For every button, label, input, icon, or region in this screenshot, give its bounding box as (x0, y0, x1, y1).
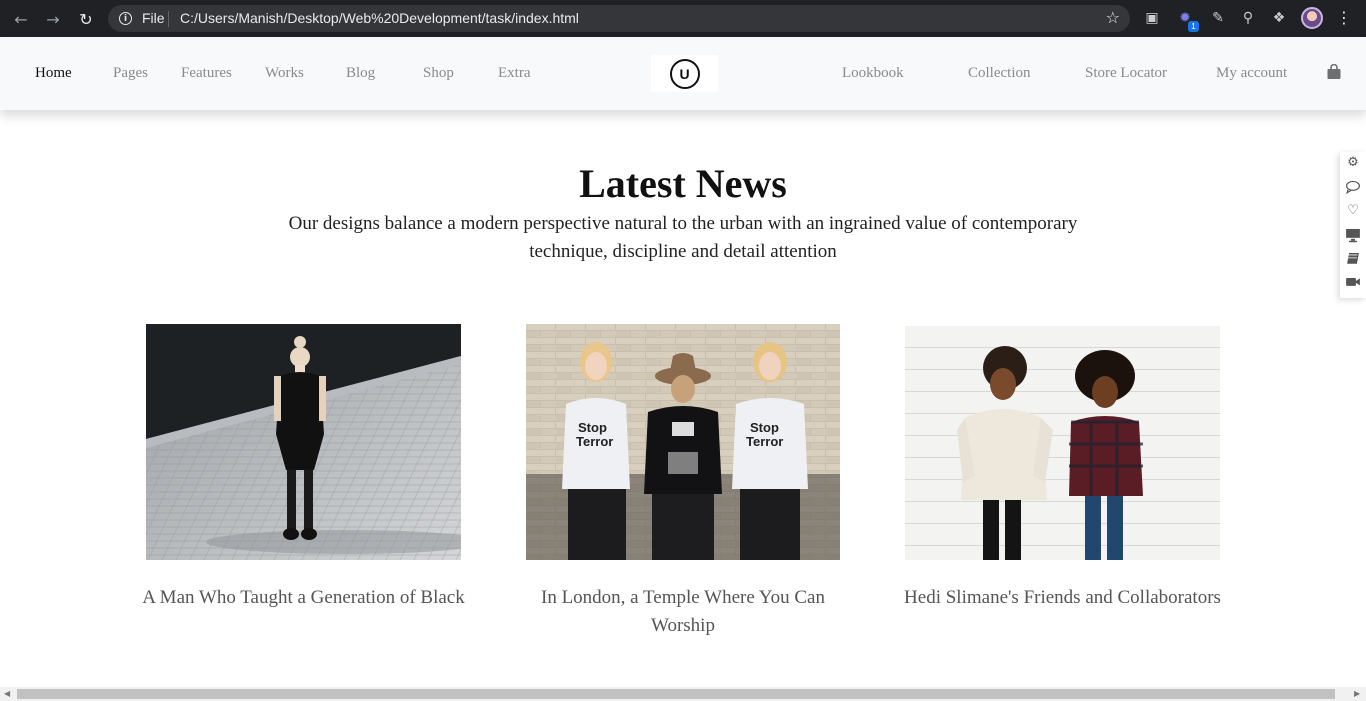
site-logo[interactable]: U (651, 55, 718, 92)
nav-collection[interactable]: Collection (968, 65, 1031, 82)
news-image-3[interactable] (905, 326, 1220, 560)
nav-store-locator[interactable]: Store Locator (1085, 65, 1167, 82)
logo-mark: U (669, 58, 700, 89)
profile-avatar[interactable] (1301, 7, 1323, 29)
subtitle-line-2: technique, discipline and detail attenti… (529, 241, 837, 262)
news-title-1[interactable]: A Man Who Taught a Generation of Black (131, 584, 476, 612)
news-image-1[interactable] (146, 324, 461, 560)
shopping-bag-icon[interactable] (1326, 64, 1342, 80)
address-bar[interactable]: i File C:/Users/Manish/Desktop/Web%20Dev… (108, 5, 1130, 32)
nav-blog[interactable]: Blog (346, 65, 375, 82)
nav-pages[interactable]: Pages (113, 65, 148, 82)
scroll-left-arrow-icon[interactable]: ◀ (4, 689, 10, 698)
info-icon[interactable]: i (119, 12, 132, 25)
news-title-2-line-1: In London, a Temple Where You Can (541, 587, 825, 608)
browser-menu-icon[interactable]: ⋮ (1336, 8, 1352, 27)
subtitle-line-1: Our designs balance a modern perspective… (288, 213, 1078, 234)
nav-lookbook[interactable]: Lookbook (842, 65, 904, 82)
extension-screen-icon[interactable]: ▣ (1142, 8, 1162, 28)
news-image-2[interactable]: Stop Terror Stop Terror (526, 324, 840, 560)
extension-pen-icon[interactable]: ✎ (1208, 8, 1228, 28)
reload-button[interactable]: ↻ (75, 8, 97, 30)
book-icon[interactable] (1345, 251, 1361, 267)
back-button[interactable]: ← (10, 8, 32, 30)
scheme-label: File (142, 10, 165, 26)
monitor-icon[interactable] (1345, 227, 1361, 243)
site-header: Home Pages Features Works Blog Shop Extr… (0, 37, 1366, 110)
news-title-3[interactable]: Hedi Slimane's Friends and Collaborators (885, 584, 1240, 612)
url-text[interactable]: C:/Users/Manish/Desktop/Web%20Developmen… (180, 10, 579, 26)
nav-works[interactable]: Works (265, 65, 304, 82)
svg-text:Stop: Stop (578, 420, 607, 435)
svg-text:Terror: Terror (746, 434, 783, 449)
svg-text:Terror: Terror (576, 434, 613, 449)
scroll-right-arrow-icon[interactable]: ▶ (1354, 689, 1360, 698)
horizontal-scrollbar[interactable]: ◀ ▶ (0, 687, 1366, 701)
browser-toolbar: ← → ↻ i File C:/Users/Manish/Desktop/Web… (0, 0, 1366, 37)
scrollbar-thumb[interactable] (17, 689, 1335, 699)
extension-badge: 1 (1188, 21, 1199, 32)
extension-gear-icon[interactable]: ✹ 1 (1175, 8, 1199, 32)
nav-my-account[interactable]: My account (1216, 65, 1287, 82)
nav-home[interactable]: Home (35, 65, 72, 82)
svg-text:Stop: Stop (750, 420, 779, 435)
news-title-2[interactable]: In London, a Temple Where You Can Worshi… (511, 584, 855, 640)
forward-button[interactable]: → (42, 8, 64, 30)
nav-shop[interactable]: Shop (423, 65, 454, 82)
section-title: Latest News (579, 161, 787, 206)
nav-extra[interactable]: Extra (498, 65, 530, 82)
video-icon[interactable] (1345, 274, 1361, 290)
nav-features[interactable]: Features (181, 65, 232, 82)
bookmark-star-icon[interactable]: ☆ (1106, 8, 1120, 27)
section-subtitle: Our designs balance a modern perspective… (270, 210, 1096, 266)
news-title-2-line-2: Worship (651, 615, 715, 636)
extension-search-icon[interactable]: ⚲ (1238, 8, 1258, 28)
divider (168, 11, 169, 27)
extensions-puzzle-icon[interactable]: ❖ (1269, 8, 1289, 28)
